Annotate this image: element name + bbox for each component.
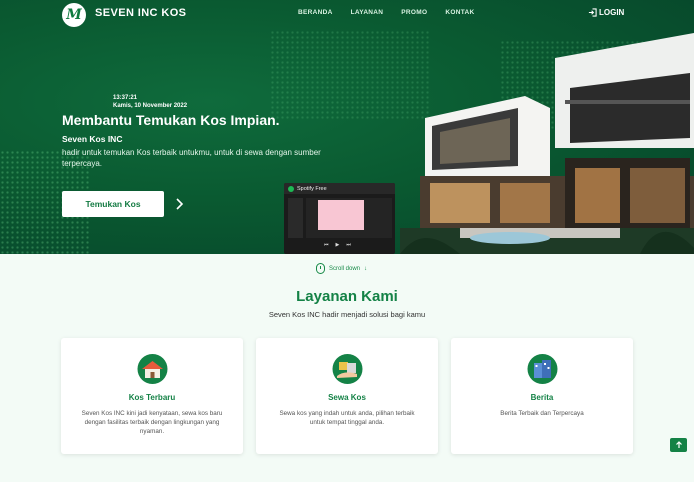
- scroll-label: Scroll down: [329, 265, 361, 272]
- card-description: Sewa kos yang indah untuk anda, pilihan …: [279, 410, 415, 426]
- chevron-right-icon[interactable]: [172, 197, 186, 211]
- brand-name[interactable]: SEVEN INC KOS: [95, 7, 186, 19]
- section-subtitle: Seven Kos INC hadir menjadi solusi bagi …: [268, 310, 426, 319]
- nav-item-kontak[interactable]: KONTAK: [445, 9, 474, 16]
- mouse-icon: [316, 263, 325, 274]
- spotify-icon: [288, 185, 294, 192]
- hero-section: M SEVEN INC KOS BERANDA LAYANAN PROMO KO…: [0, 0, 694, 254]
- back-to-top-button[interactable]: [670, 438, 687, 452]
- previous-icon[interactable]: ⏮: [324, 242, 329, 248]
- logo-icon[interactable]: M: [62, 3, 86, 27]
- service-card-berita[interactable]: Berita Berita Terbaik dan Terpercaya: [451, 338, 633, 454]
- page: M SEVEN INC KOS BERANDA LAYANAN PROMO KO…: [0, 0, 694, 482]
- spotify-sidebar: [288, 198, 303, 238]
- nav-menu: BERANDA LAYANAN PROMO KONTAK: [298, 9, 474, 16]
- card-description: Berita Terbaik dan Terpercaya: [500, 410, 584, 417]
- hero-headline: Membantu Temukan Kos Impian.: [62, 112, 280, 128]
- hero-description: hadir untuk temukan Kos terbaik untukmu,…: [62, 148, 321, 168]
- rent-icon: [332, 354, 363, 384]
- scroll-down-hint[interactable]: Scroll down ↓: [316, 263, 367, 274]
- spotify-title: Spotify Free: [297, 185, 327, 192]
- next-icon[interactable]: ⏭: [346, 242, 351, 248]
- card-title: Sewa Kos: [328, 393, 366, 402]
- nav-item-layanan[interactable]: LAYANAN: [351, 9, 384, 16]
- login-icon: [588, 8, 597, 17]
- card-title: Berita: [530, 393, 554, 402]
- card-description: Seven Kos INC kini jadi kenyataan, sewa …: [81, 410, 223, 435]
- building-icon: [527, 354, 558, 384]
- section-title: Layanan Kami: [296, 288, 398, 305]
- service-card-kos-terbaru[interactable]: Kos Terbaru Seven Kos INC kini jadi keny…: [61, 338, 243, 454]
- house-icon: [137, 354, 168, 384]
- arrow-down-icon: ↓: [364, 265, 368, 272]
- hero-subhead: Seven Kos INC: [62, 134, 123, 144]
- login-label: LOGIN: [599, 8, 625, 17]
- login-button[interactable]: LOGIN: [588, 8, 624, 17]
- play-icon[interactable]: ▶: [336, 242, 340, 248]
- clock-time: 13:37:21: [113, 95, 138, 101]
- spotify-widget[interactable]: Spotify Free ⏮ ▶ ⏭: [284, 183, 395, 254]
- card-title: Kos Terbaru: [128, 393, 176, 402]
- spotify-controls: ⏮ ▶ ⏭: [324, 242, 351, 248]
- spotify-cover: [318, 200, 364, 230]
- clock-date: Kamis, 10 November 2022: [113, 103, 188, 109]
- nav-item-beranda[interactable]: BERANDA: [298, 9, 333, 16]
- navbar: M SEVEN INC KOS BERANDA LAYANAN PROMO KO…: [0, 0, 694, 28]
- service-card-sewa-kos[interactable]: Sewa Kos Sewa kos yang indah untuk anda,…: [256, 338, 438, 454]
- find-kos-button[interactable]: Temukan Kos: [62, 191, 164, 217]
- house-image: [400, 33, 694, 254]
- arrow-up-icon: [675, 441, 682, 448]
- spotify-titlebar: Spotify Free: [284, 183, 395, 194]
- nav-item-promo[interactable]: PROMO: [401, 9, 427, 16]
